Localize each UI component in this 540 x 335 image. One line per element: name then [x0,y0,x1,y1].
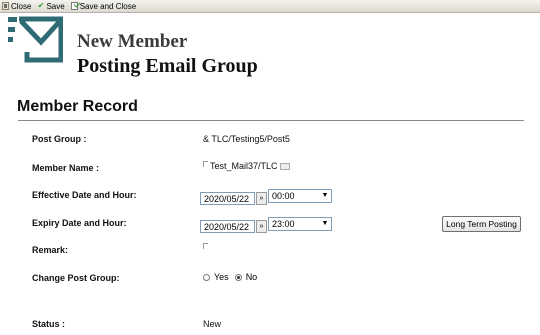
expiry-calendar-button[interactable]: » [256,220,267,233]
expiry-date-label: Expiry Date and Hour: [32,218,127,228]
remark-field[interactable] [203,243,210,253]
save-label: Save [46,1,65,11]
change-post-group-radios: Yes No [203,272,257,282]
section-divider [18,120,524,121]
change-post-group-label: Change Post Group: [32,273,120,283]
remark-label: Remark: [32,245,69,255]
save-and-close-label: Save and Close [79,1,137,11]
radio-no-label: No [245,272,258,282]
effective-hour-value: 00:00 [272,191,295,201]
save-close-icon [70,2,78,10]
field-marker-icon [203,161,208,167]
long-term-posting-button[interactable]: Long Term Posting [442,216,521,232]
section-title: Member Record [17,98,138,115]
member-name-field[interactable]: Test_Mail37/TLC [203,161,290,171]
save-and-close-button[interactable]: Save and Close [70,0,137,12]
page-subtitle: Posting Email Group [77,55,258,77]
effective-date-input[interactable]: 2020/05/22 [200,192,255,205]
close-button[interactable]: Close [2,0,31,12]
page-title: New Member [77,31,188,52]
chevron-down-icon: ▼ [321,220,329,227]
expiry-hour-select[interactable]: 23:00 ▼ [268,217,332,231]
save-button[interactable]: ✔ Save [37,0,65,12]
lookup-icon[interactable] [279,163,290,171]
effective-hour-select[interactable]: 00:00 ▼ [268,189,332,203]
envelope-logo-icon [8,16,63,63]
member-name-label: Member Name : [32,163,100,173]
radio-yes-label: Yes [214,272,229,282]
close-label: Close [11,1,32,11]
effective-calendar-button[interactable]: » [256,192,267,205]
expiry-hour-value: 23:00 [272,219,295,229]
status-label: Status : [32,319,66,329]
post-group-value: & TLC/Testing5/Post5 [203,134,290,144]
chevron-down-icon: ▼ [321,192,329,199]
expiry-date-input[interactable]: 2020/05/22 [200,220,255,233]
toolbar: Close ✔ Save Save and Close [0,0,540,13]
status-value: New [203,319,222,329]
member-name-value: Test_Mail37/TLC [210,161,278,171]
radio-no-button[interactable] [234,274,242,282]
radio-yes-button[interactable] [203,274,210,282]
close-icon [2,2,9,10]
field-marker-icon [203,243,208,249]
radio-yes[interactable]: Yes [203,272,229,282]
post-group-label: Post Group : [32,134,87,144]
radio-no[interactable]: No [234,272,258,282]
effective-date-label: Effective Date and Hour: [32,190,137,200]
checkmark-icon: ✔ [37,1,45,10]
